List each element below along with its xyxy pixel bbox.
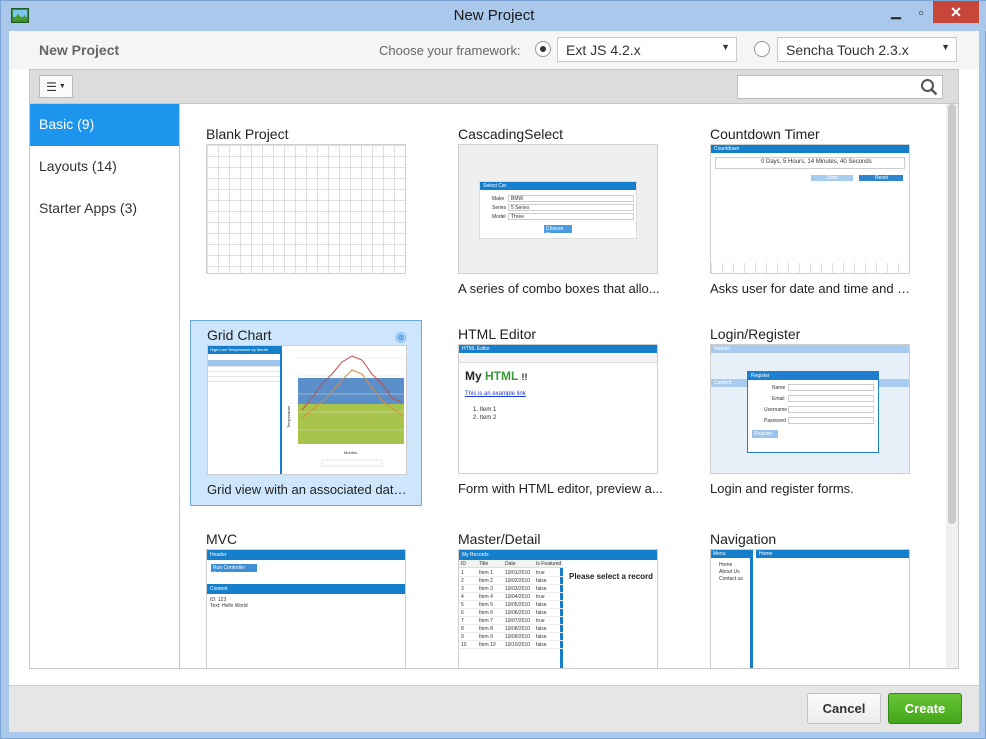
sidebar-item-layouts[interactable]: Layouts (14)	[30, 146, 179, 188]
chevron-down-icon: ▼	[941, 42, 950, 52]
sidebar-item-basic[interactable]: Basic (9)	[30, 104, 179, 146]
chart-ylabel: Temperature	[286, 405, 291, 428]
table-row: 6 Item 6 10/06/2010 false	[459, 609, 563, 617]
tile-title: CascadingSelect	[458, 126, 564, 142]
gallery-scrollbar[interactable]	[946, 104, 958, 668]
tile-title: Blank Project	[206, 126, 289, 142]
table-row: 5 Item 5 10/05/2010 false	[459, 601, 563, 609]
tile-thumbnail: Countdown 0 Days, 5 Hours, 14 Minutes, 4…	[710, 144, 910, 274]
search-icon[interactable]	[920, 78, 938, 96]
table-row: 9 Item 9 10/09/2010 false	[459, 633, 563, 641]
sidebar-item-starter-apps[interactable]: Starter Apps (3)	[30, 188, 179, 230]
table-row: 3 Item 3 10/03/2010 false	[459, 585, 563, 593]
table-row: 4 Item 4 10/04/2010 true	[459, 593, 563, 601]
template-tile-navigation[interactable]: Navigation Menu Home About Us Contact us…	[694, 525, 926, 668]
tile-thumbnail	[206, 144, 406, 274]
title-bar: New Project ▁ ▫ ✕	[1, 1, 986, 31]
app-window: New Project ▁ ▫ ✕ New Project Choose you…	[0, 0, 986, 739]
table-row: 8 Item 8 10/08/2010 false	[459, 625, 563, 633]
tile-thumbnail: Menu Home About Us Contact us Home	[710, 549, 910, 668]
tile-thumbnail: HTML Editor My HTML !! This is an exampl…	[458, 344, 658, 474]
maximize-icon[interactable]: ▫	[906, 1, 936, 23]
create-button[interactable]: Create	[888, 693, 962, 724]
template-tile-login-register[interactable]: Login/Register Header Content Register N…	[694, 320, 926, 506]
tile-description: A series of combo boxes that allo...	[458, 281, 660, 296]
tile-description: Grid view with an associated data ...	[207, 482, 412, 497]
category-sidebar: Basic (9) Layouts (14) Starter Apps (3)	[29, 103, 180, 669]
page-title: New Project	[39, 42, 120, 58]
toolbar: ☰ ▼	[29, 69, 959, 103]
table-row: 10 Item 10 10/10/2010 false	[459, 641, 563, 649]
template-tile-blank-project[interactable]: Blank Project	[190, 120, 422, 306]
search-input[interactable]	[737, 75, 943, 99]
close-icon[interactable]: ✕	[933, 1, 979, 23]
editor-heading-bang: !!	[521, 372, 528, 382]
chevron-down-icon: ▼	[58, 83, 66, 90]
dialog-body: New Project Choose your framework: Ext J…	[9, 31, 979, 732]
detail-placeholder: Please select a record	[569, 572, 654, 581]
dialog-footer: Cancel Create	[9, 685, 979, 732]
template-tile-master-detail[interactable]: Master/Detail My Records ID Title Date I…	[442, 525, 674, 668]
view-mode-button[interactable]: ☰ ▼	[39, 75, 73, 98]
tile-description: Form with HTML editor, preview a...	[458, 481, 663, 496]
dialog-header: New Project Choose your framework: Ext J…	[9, 31, 979, 69]
template-tile-cascading-select[interactable]: CascadingSelect Select Car Make BMW Seri…	[442, 120, 674, 306]
list-icon: ☰	[46, 79, 57, 94]
template-gallery: Blank Project CascadingSelect Select Car…	[180, 103, 959, 669]
tile-title: Grid Chart	[207, 327, 272, 343]
chart-xlabel: Months	[344, 450, 357, 455]
template-tile-grid-chart[interactable]: Grid Chart ◉ High-Low Temperature by Mon…	[190, 320, 422, 506]
tile-title: Master/Detail	[458, 531, 541, 547]
template-tile-mvc[interactable]: MVC Header Run Controller Action Content…	[190, 525, 422, 668]
framework-radio-extjs[interactable]	[535, 41, 551, 57]
tile-thumbnail: My Records ID Title Date Is Featured 1 It…	[458, 549, 658, 668]
editor-heading-html: HTML	[485, 369, 519, 383]
editor-heading-my: My	[465, 369, 482, 383]
preview-eye-icon[interactable]: ◉	[395, 328, 407, 345]
cancel-button[interactable]: Cancel	[807, 693, 881, 724]
tile-thumbnail: Header Run Controller Action Content ID:…	[206, 549, 406, 668]
extjs-version-label: Ext JS 4.2.x	[566, 42, 641, 58]
table-row: 7 Item 7 10/07/2010 true	[459, 617, 563, 625]
extjs-version-select[interactable]: Ext JS 4.2.x ▼	[557, 37, 737, 62]
tile-description: Asks user for date and time and di...	[710, 281, 915, 296]
touch-version-label: Sencha Touch 2.3.x	[786, 42, 909, 58]
tile-title: Countdown Timer	[710, 126, 820, 142]
tile-title: Login/Register	[710, 326, 801, 342]
table-row: 2 Item 2 10/02/2010 false	[459, 577, 563, 585]
tile-title: Navigation	[710, 531, 777, 547]
tile-thumbnail: Select Car Make BMW Series 5 Series Mode…	[458, 144, 658, 274]
template-tile-countdown-timer[interactable]: Countdown Timer Countdown 0 Days, 5 Hour…	[694, 120, 926, 306]
tile-thumbnail: Header Content Register Name Email Usern…	[710, 344, 910, 474]
table-row: 1 Item 1 10/01/2010 true	[459, 569, 563, 577]
framework-radio-touch[interactable]	[754, 41, 770, 57]
touch-version-select[interactable]: Sencha Touch 2.3.x ▼	[777, 37, 957, 62]
framework-label: Choose your framework:	[379, 43, 521, 58]
tile-title: MVC	[206, 531, 238, 547]
tile-title: HTML Editor	[458, 326, 537, 342]
chevron-down-icon: ▼	[721, 42, 730, 52]
scrollbar-thumb[interactable]	[948, 104, 956, 524]
window-title: New Project	[453, 7, 535, 24]
template-tile-html-editor[interactable]: HTML Editor HTML Editor My HTML !! This …	[442, 320, 674, 506]
tile-thumbnail: High-Low Temperature by Month Months Tem…	[207, 345, 407, 475]
tile-description: Login and register forms.	[710, 481, 854, 496]
